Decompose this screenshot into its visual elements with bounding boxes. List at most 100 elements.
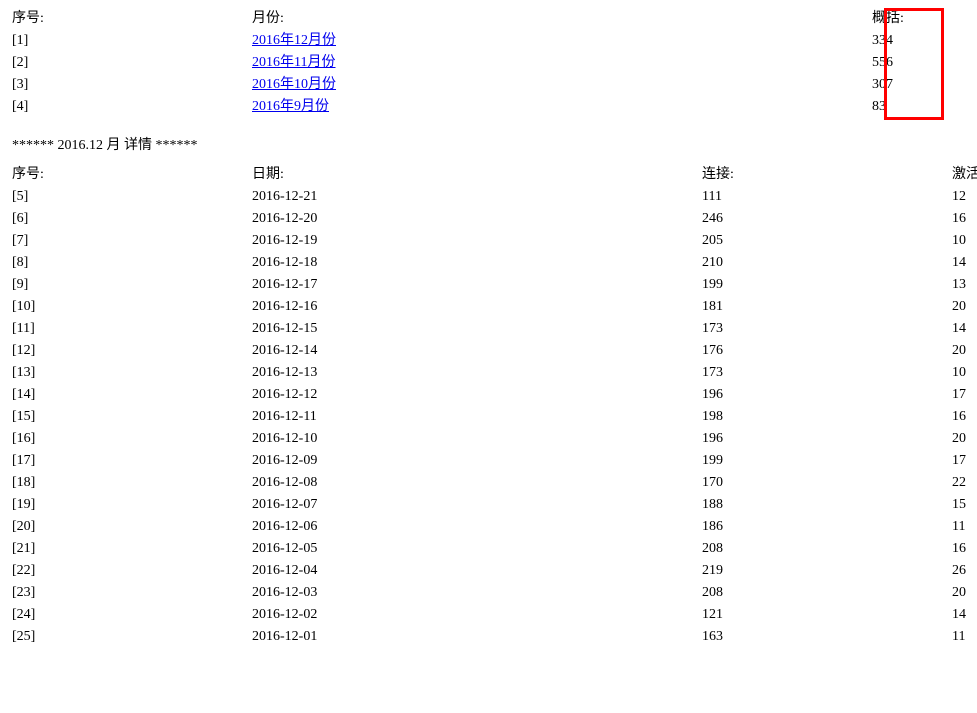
detail-conn: 198 <box>702 406 952 428</box>
detail-conn: 186 <box>702 516 952 538</box>
detail-act: 20 <box>952 340 977 362</box>
detail-seq: [16] <box>12 428 252 450</box>
detail-date: 2016-12-06 <box>252 516 702 538</box>
detail-row: [14]2016-12-1219617 <box>12 384 965 406</box>
detail-conn: 205 <box>702 230 952 252</box>
header-date: 日期: <box>252 164 702 186</box>
detail-row: [12]2016-12-1417620 <box>12 340 965 362</box>
detail-seq: [10] <box>12 296 252 318</box>
detail-row: [5]2016-12-2111112 <box>12 186 965 208</box>
month-link[interactable]: 2016年11月份 <box>252 55 335 70</box>
month-summary-value: 556 <box>872 52 952 74</box>
detail-conn: 196 <box>702 428 952 450</box>
detail-row: [23]2016-12-0320820 <box>12 582 965 604</box>
detail-conn: 208 <box>702 538 952 560</box>
detail-seq: [18] <box>12 472 252 494</box>
month-row: [3]2016年10月份307 <box>12 74 965 96</box>
detail-seq: [11] <box>12 318 252 340</box>
detail-row: [21]2016-12-0520816 <box>12 538 965 560</box>
detail-act: 17 <box>952 384 977 406</box>
detail-conn: 176 <box>702 340 952 362</box>
detail-row: [7]2016-12-1920510 <box>12 230 965 252</box>
detail-conn: 181 <box>702 296 952 318</box>
detail-date: 2016-12-04 <box>252 560 702 582</box>
detail-seq: [8] <box>12 252 252 274</box>
month-seq: [3] <box>12 74 252 96</box>
detail-date: 2016-12-20 <box>252 208 702 230</box>
detail-row: [19]2016-12-0718815 <box>12 494 965 516</box>
month-summary-value: 334 <box>872 30 952 52</box>
detail-conn: 199 <box>702 274 952 296</box>
detail-seq: [19] <box>12 494 252 516</box>
detail-seq: [13] <box>12 362 252 384</box>
header-month: 月份: <box>252 8 872 30</box>
detail-seq: [17] <box>12 450 252 472</box>
detail-row: [17]2016-12-0919917 <box>12 450 965 472</box>
detail-seq: [21] <box>12 538 252 560</box>
detail-act: 20 <box>952 582 977 604</box>
detail-row: [11]2016-12-1517314 <box>12 318 965 340</box>
detail-conn: 170 <box>702 472 952 494</box>
detail-act: 17 <box>952 450 977 472</box>
month-row: [2]2016年11月份556 <box>12 52 965 74</box>
month-summary-value: 83 <box>872 96 952 118</box>
detail-date: 2016-12-11 <box>252 406 702 428</box>
detail-row: [18]2016-12-0817022 <box>12 472 965 494</box>
detail-conn: 219 <box>702 560 952 582</box>
detail-row: [24]2016-12-0212114 <box>12 604 965 626</box>
detail-date: 2016-12-19 <box>252 230 702 252</box>
detail-act: 16 <box>952 406 977 428</box>
detail-conn: 196 <box>702 384 952 406</box>
detail-date: 2016-12-09 <box>252 450 702 472</box>
detail-seq: [20] <box>12 516 252 538</box>
detail-act: 13 <box>952 274 977 296</box>
detail-date: 2016-12-07 <box>252 494 702 516</box>
detail-row: [13]2016-12-1317310 <box>12 362 965 384</box>
detail-conn: 199 <box>702 450 952 472</box>
detail-act: 20 <box>952 296 977 318</box>
detail-seq: [12] <box>12 340 252 362</box>
detail-date: 2016-12-03 <box>252 582 702 604</box>
detail-seq: [15] <box>12 406 252 428</box>
detail-row: [6]2016-12-2024616 <box>12 208 965 230</box>
detail-conn: 210 <box>702 252 952 274</box>
detail-act: 16 <box>952 538 977 560</box>
detail-conn: 163 <box>702 626 952 648</box>
detail-conn: 121 <box>702 604 952 626</box>
detail-act: 10 <box>952 362 977 384</box>
detail-seq: [24] <box>12 604 252 626</box>
detail-conn: 246 <box>702 208 952 230</box>
month-link[interactable]: 2016年9月份 <box>252 99 329 114</box>
detail-date: 2016-12-16 <box>252 296 702 318</box>
detail-row: [8]2016-12-1821014 <box>12 252 965 274</box>
detail-act: 10 <box>952 230 977 252</box>
detail-act: 11 <box>952 626 977 648</box>
month-row: [1]2016年12月份334 <box>12 30 965 52</box>
detail-date: 2016-12-08 <box>252 472 702 494</box>
detail-date: 2016-12-10 <box>252 428 702 450</box>
detail-act: 12 <box>952 186 977 208</box>
detail-conn: 208 <box>702 582 952 604</box>
detail-act: 16 <box>952 208 977 230</box>
header-conn: 连接: <box>702 164 952 186</box>
detail-date: 2016-12-01 <box>252 626 702 648</box>
detail-header-row: 序号: 日期: 连接: 激活: <box>12 164 965 186</box>
detail-seq: [6] <box>12 208 252 230</box>
month-seq: [4] <box>12 96 252 118</box>
month-link[interactable]: 2016年10月份 <box>252 77 336 92</box>
detail-act: 11 <box>952 516 977 538</box>
section-divider: ****** 2016.12 月 详情 ****** <box>12 134 965 154</box>
detail-act: 14 <box>952 318 977 340</box>
month-header-row: 序号: 月份: 概括: <box>12 8 965 30</box>
detail-date: 2016-12-14 <box>252 340 702 362</box>
header-seq-detail: 序号: <box>12 164 252 186</box>
detail-seq: [9] <box>12 274 252 296</box>
detail-date: 2016-12-17 <box>252 274 702 296</box>
detail-act: 26 <box>952 560 977 582</box>
detail-conn: 111 <box>702 186 952 208</box>
month-link[interactable]: 2016年12月份 <box>252 33 336 48</box>
detail-date: 2016-12-18 <box>252 252 702 274</box>
header-summary: 概括: <box>872 8 952 30</box>
detail-date: 2016-12-13 <box>252 362 702 384</box>
detail-row: [25]2016-12-0116311 <box>12 626 965 648</box>
